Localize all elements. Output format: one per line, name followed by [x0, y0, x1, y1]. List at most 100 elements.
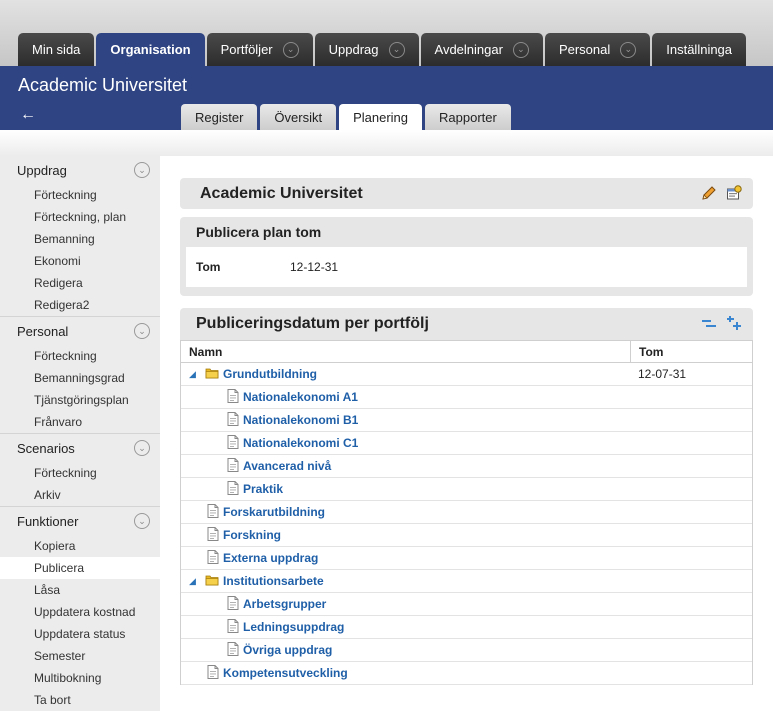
main-tab-uppdrag[interactable]: Uppdrag ⌄: [314, 33, 419, 66]
tree-link-grundutbildning[interactable]: Grundutbildning: [223, 367, 317, 381]
sidebar-item-bemanning[interactable]: Bemanning: [0, 228, 160, 250]
tree-row[interactable]: Avancerad nivå: [181, 455, 752, 478]
tree-row[interactable]: ◢ Institutionsarbete: [181, 570, 752, 593]
sub-tab-planering[interactable]: Planering: [339, 104, 423, 131]
sidebar-item-redigera2[interactable]: Redigera2: [0, 294, 160, 316]
chevron-down-icon[interactable]: ⌄: [388, 41, 405, 58]
tom-value: 12-12-31: [290, 260, 339, 274]
sidebar-section-scenarios: Scenarios ⌄ Förteckning Arkiv: [0, 434, 160, 507]
content-top-strip: [0, 130, 773, 156]
tree-row[interactable]: Forskning: [181, 524, 752, 547]
tree-row[interactable]: Ledningsuppdrag: [181, 616, 752, 639]
sidebar-section-header[interactable]: Personal ⌄: [0, 317, 160, 345]
sidebar-item-semester[interactable]: Semester: [0, 645, 160, 667]
chevron-down-icon[interactable]: ⌄: [620, 41, 637, 58]
chevron-down-icon[interactable]: ⌄: [134, 323, 150, 339]
tree-link-praktik[interactable]: Praktik: [243, 482, 283, 496]
tree-link-ledningsuppdrag[interactable]: Ledningsuppdrag: [243, 620, 344, 634]
pencil-icon[interactable]: [700, 184, 718, 202]
sub-tab-rapporter[interactable]: Rapporter: [425, 104, 511, 130]
expand-all-icon[interactable]: [725, 314, 743, 332]
column-header-name[interactable]: Namn: [181, 341, 631, 362]
sidebar-item-forteckning[interactable]: Förteckning: [0, 462, 160, 484]
sidebar-item-bemanningsgrad[interactable]: Bemanningsgrad: [0, 367, 160, 389]
tree-row[interactable]: Övriga uppdrag: [181, 639, 752, 662]
sidebar-item-forteckning-plan[interactable]: Förteckning, plan: [0, 206, 160, 228]
sidebar-item-forteckning[interactable]: Förteckning: [0, 184, 160, 206]
tree-row[interactable]: Forskarutbildning: [181, 501, 752, 524]
tree-link-nationalekonomi-b1[interactable]: Nationalekonomi B1: [243, 413, 358, 427]
tree-row[interactable]: Kompetensutveckling: [181, 662, 752, 685]
sidebar-item-ekonomi[interactable]: Ekonomi: [0, 250, 160, 272]
chevron-down-icon[interactable]: ⌄: [134, 162, 150, 178]
sidebar-item-tjanstgoringsplan[interactable]: Tjänstgöringsplan: [0, 389, 160, 411]
sidebar-item-forteckning[interactable]: Förteckning: [0, 345, 160, 367]
sidebar-item-uppdatera-status[interactable]: Uppdatera status: [0, 623, 160, 645]
main-tab-avdelningar[interactable]: Avdelningar ⌄: [420, 33, 543, 66]
org-header: Academic Universitet ← Register Översikt P…: [0, 66, 773, 131]
chevron-down-icon[interactable]: ⌄: [282, 41, 299, 58]
tree-cell-name: Externa uppdrag: [181, 549, 631, 567]
main-tab-label: Organisation: [110, 42, 191, 57]
sidebar-item-ta-bort[interactable]: Ta bort: [0, 689, 160, 711]
sidebar-section-title: Funktioner: [17, 513, 79, 529]
document-icon: [227, 411, 239, 429]
sub-tab-register[interactable]: Register: [181, 104, 258, 130]
sidebar-section-funktioner: Funktioner ⌄ Kopiera Publicera Låsa Uppdatera…: [0, 507, 160, 711]
tree-link-kompetensutveckling[interactable]: Kompetensutveckling: [223, 666, 348, 680]
tree-link-forskning[interactable]: Forskning: [223, 528, 281, 542]
tree-link-arbetsgrupper[interactable]: Arbetsgrupper: [243, 597, 326, 611]
tree-link-ovriga-uppdrag[interactable]: Övriga uppdrag: [243, 643, 332, 657]
tree-link-forskarutbildning[interactable]: Forskarutbildning: [223, 505, 325, 519]
sidebar-item-multibokning[interactable]: Multibokning: [0, 667, 160, 689]
org-panel: Academic Universitet: [180, 178, 753, 209]
main-tab-portfoljer[interactable]: Portföljer ⌄: [206, 33, 313, 66]
properties-icon[interactable]: [725, 184, 743, 202]
main-tab-label: Portföljer: [220, 42, 273, 57]
arrow-left-icon[interactable]: ←: [20, 106, 36, 124]
top-bar: Min sida Organisation Portföljer ⌄ Uppdrag ⌄ A…: [0, 0, 773, 66]
tree-link-institutionsarbete[interactable]: Institutionsarbete: [223, 574, 324, 588]
tree-cell-name: Ledningsuppdrag: [181, 618, 631, 636]
sidebar-section-header[interactable]: Scenarios ⌄: [0, 434, 160, 462]
document-icon: [227, 595, 239, 613]
sidebar-section-header[interactable]: Uppdrag ⌄: [0, 156, 160, 184]
sub-tab-oversikt[interactable]: Översikt: [260, 104, 337, 130]
tree-row[interactable]: ◢ Grundutbildning 12-07-31: [181, 363, 752, 386]
chevron-down-icon[interactable]: ⌄: [134, 513, 150, 529]
tree-link-nationalekonomi-a1[interactable]: Nationalekonomi A1: [243, 390, 358, 404]
sidebar-item-uppdatera-kostnad[interactable]: Uppdatera kostnad: [0, 601, 160, 623]
document-icon: [207, 664, 219, 682]
tree-row[interactable]: Praktik: [181, 478, 752, 501]
tree-link-externa-uppdrag[interactable]: Externa uppdrag: [223, 551, 318, 565]
main-tab-organisation[interactable]: Organisation: [96, 33, 205, 66]
sidebar-item-publicera[interactable]: Publicera: [0, 557, 160, 579]
tree-link-avancerad-niva[interactable]: Avancerad nivå: [243, 459, 331, 473]
expanded-triangle-icon[interactable]: ◢: [189, 576, 199, 587]
tree-cell-name: Arbetsgrupper: [181, 595, 631, 613]
expanded-triangle-icon[interactable]: ◢: [189, 369, 199, 380]
publish-plan-panel: Publicera plan tom Tom 12-12-31: [180, 217, 753, 296]
tree-cell-name: Övriga uppdrag: [181, 641, 631, 659]
tree-row[interactable]: Arbetsgrupper: [181, 593, 752, 616]
collapse-all-icon[interactable]: [700, 314, 718, 332]
main-tab-personal[interactable]: Personal ⌄: [544, 33, 651, 66]
main-tab-installninga[interactable]: Inställninga: [652, 33, 747, 66]
sidebar-item-kopiera[interactable]: Kopiera: [0, 535, 160, 557]
column-header-tom[interactable]: Tom: [631, 341, 663, 362]
tree-row[interactable]: Externa uppdrag: [181, 547, 752, 570]
sidebar-section-title: Scenarios: [17, 440, 75, 456]
chevron-down-icon[interactable]: ⌄: [134, 440, 150, 456]
sidebar-section-header[interactable]: Funktioner ⌄: [0, 507, 160, 535]
sidebar-item-redigera[interactable]: Redigera: [0, 272, 160, 294]
tree-row[interactable]: Nationalekonomi B1: [181, 409, 752, 432]
tree-row[interactable]: Nationalekonomi A1: [181, 386, 752, 409]
tree-link-nationalekonomi-c1[interactable]: Nationalekonomi C1: [243, 436, 358, 450]
sidebar-item-lasa[interactable]: Låsa: [0, 579, 160, 601]
chevron-down-icon[interactable]: ⌄: [512, 41, 529, 58]
tree-row[interactable]: Nationalekonomi C1: [181, 432, 752, 455]
tree-cell-name: Kompetensutveckling: [181, 664, 631, 682]
sidebar-item-franvaro[interactable]: Frånvaro: [0, 411, 160, 433]
main-tab-min-sida[interactable]: Min sida: [18, 33, 95, 66]
sidebar-item-arkiv[interactable]: Arkiv: [0, 484, 160, 506]
